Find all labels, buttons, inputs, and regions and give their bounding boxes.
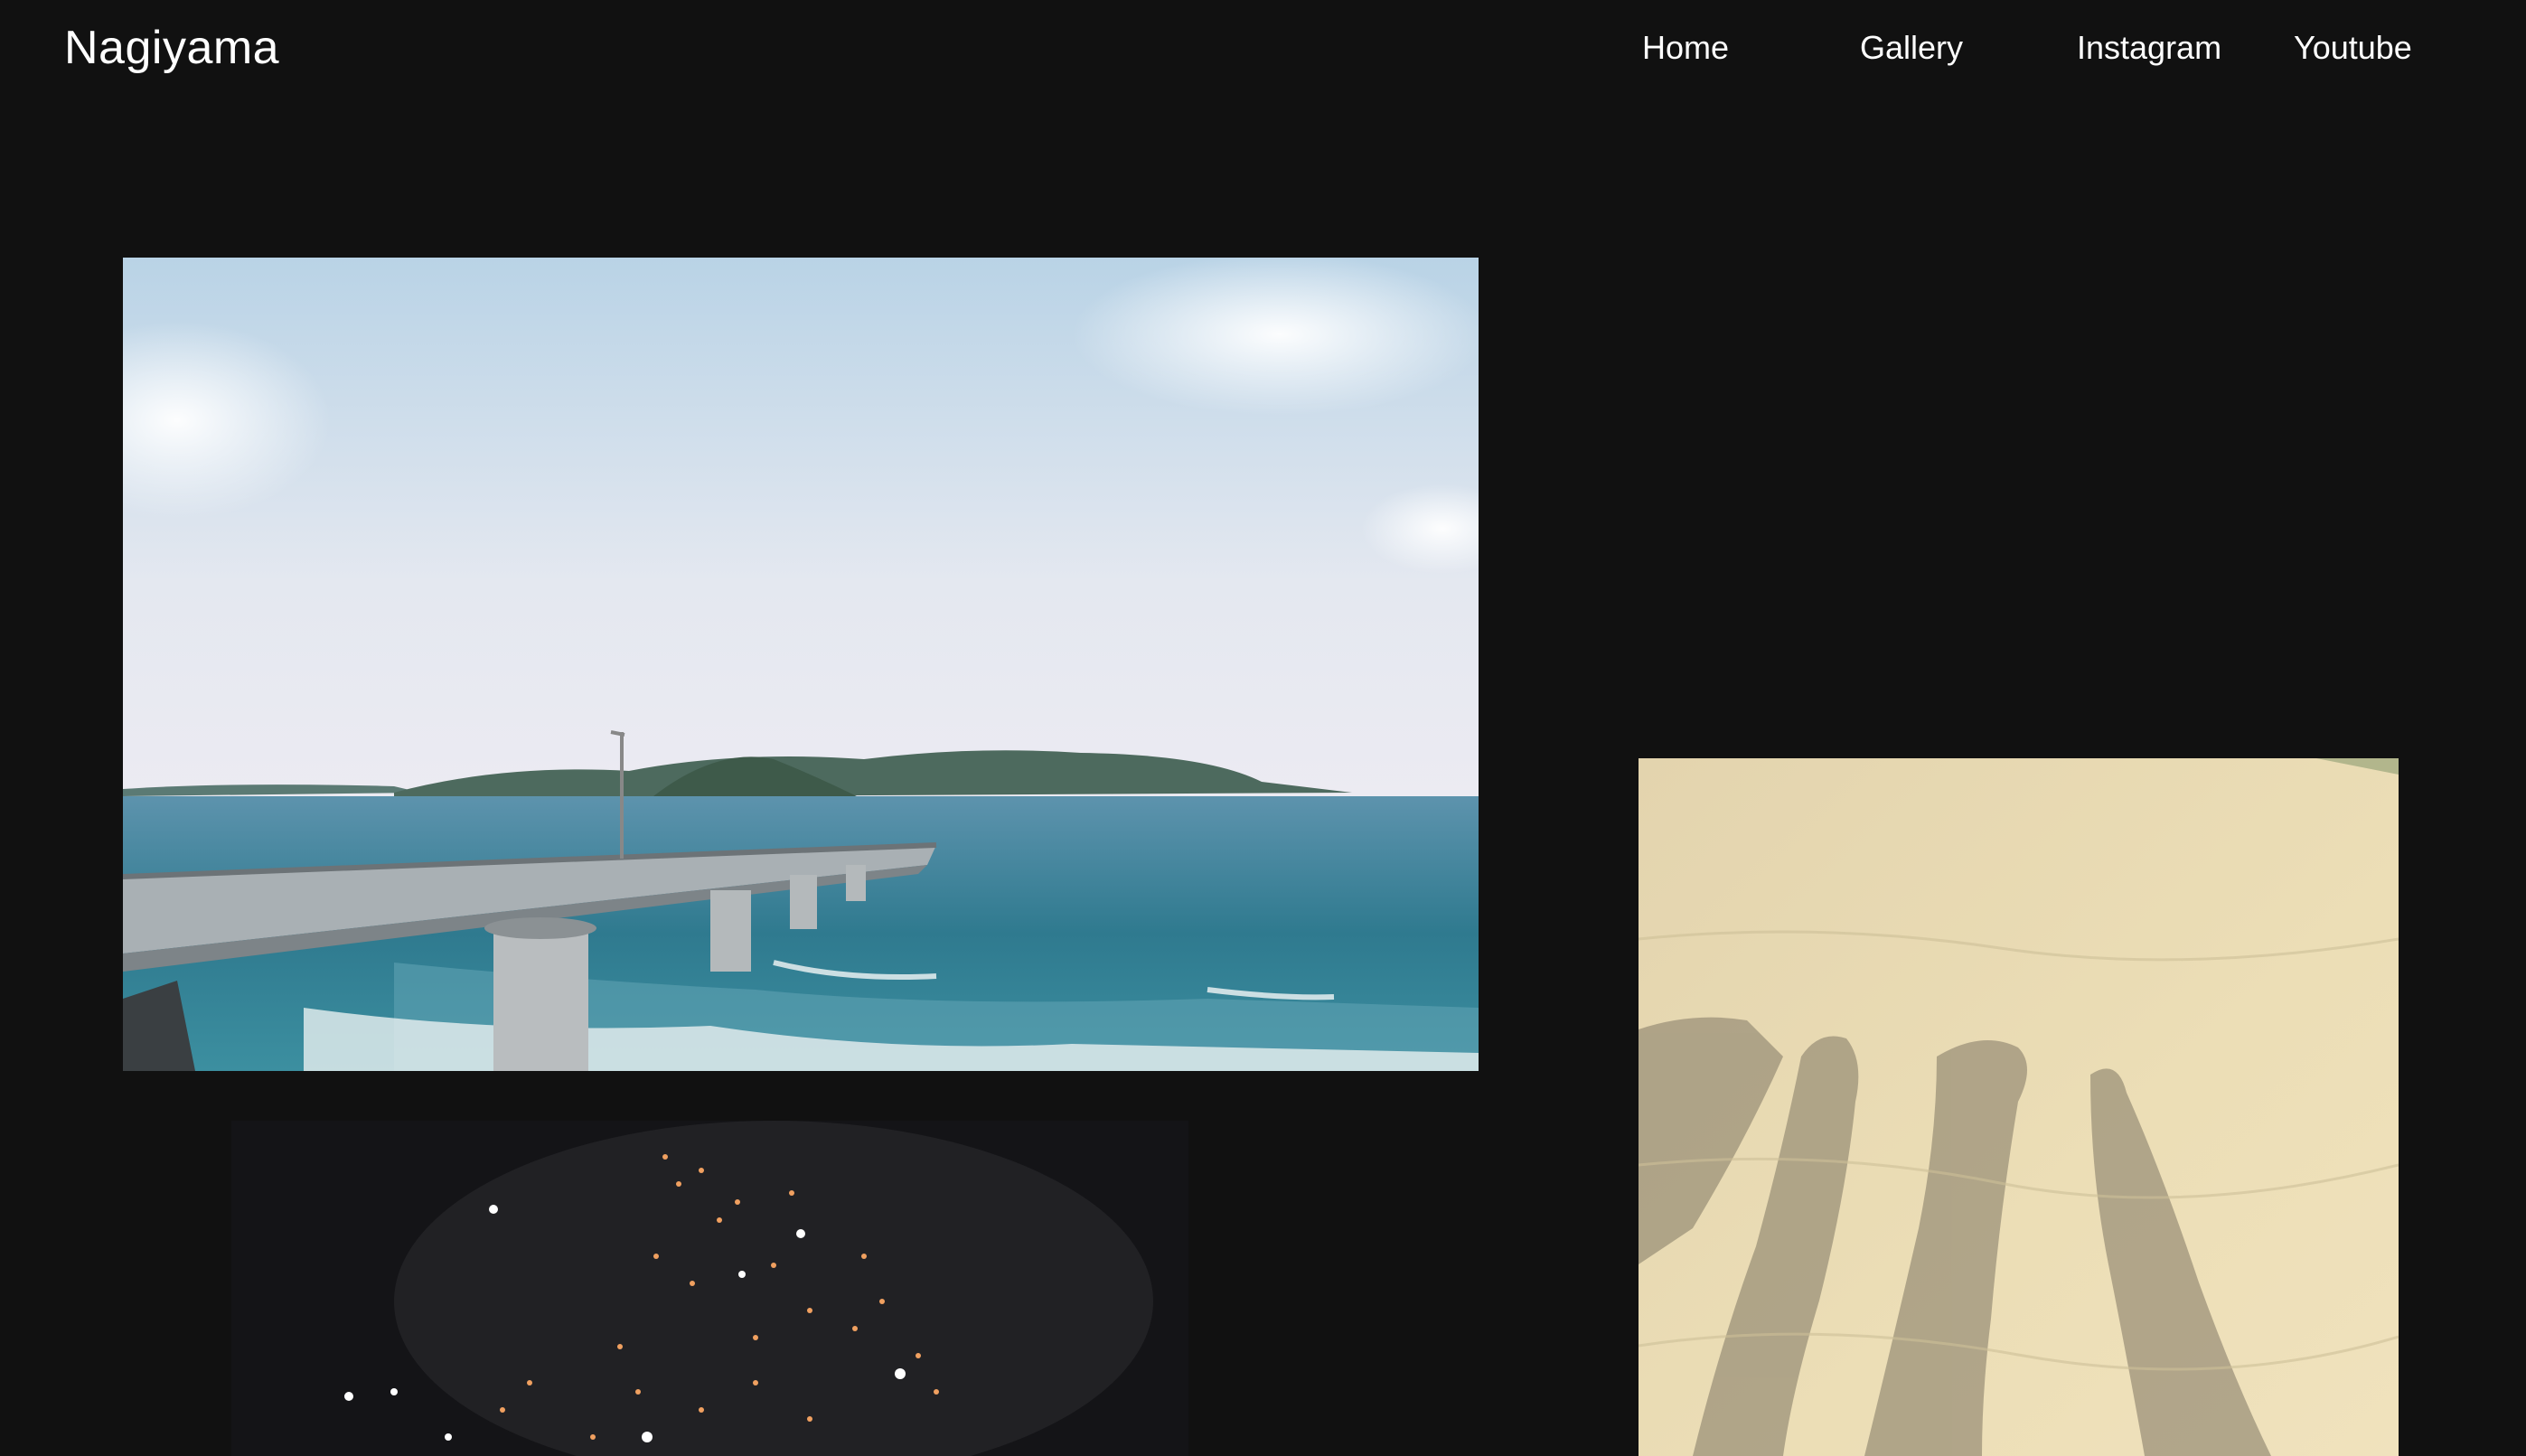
site-logo[interactable]: Nagiyama [64, 16, 279, 80]
nav-gallery-link[interactable]: Gallery [1860, 25, 1963, 70]
nav-instagram-link[interactable]: Instagram [2077, 25, 2221, 70]
sea-bridge-photo[interactable] [123, 258, 1479, 1071]
nav-youtube-link[interactable]: Youtube [2294, 25, 2412, 70]
site-header: Nagiyama Home Gallery Instagram Youtube [0, 0, 2526, 99]
sand-dune-shadows-photo[interactable] [1639, 758, 2399, 1456]
night-lights-photo[interactable] [231, 1121, 1188, 1456]
nav-home-link[interactable]: Home [1642, 25, 1729, 70]
